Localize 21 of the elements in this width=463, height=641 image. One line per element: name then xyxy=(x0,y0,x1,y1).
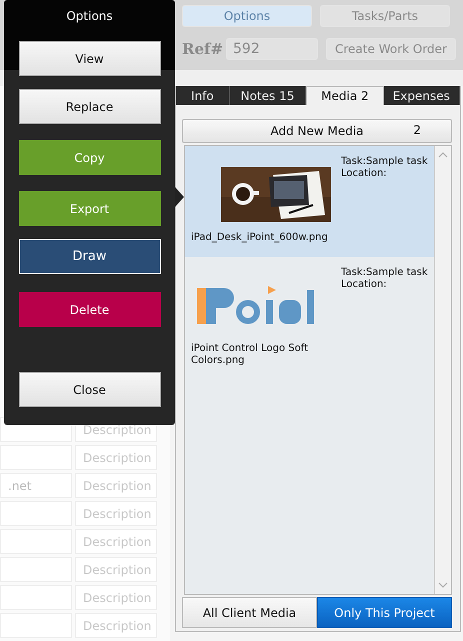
popup-button[interactable]: Replace xyxy=(18,89,160,124)
filter-button[interactable]: All Client Media xyxy=(182,597,317,628)
pointer-arrow xyxy=(175,187,184,207)
popup-button[interactable]: View xyxy=(18,41,160,76)
filter-button[interactable]: Only This Project xyxy=(317,597,452,628)
add-new-media-button[interactable]: Add New Media 2 xyxy=(182,119,452,143)
location-label: Location: xyxy=(341,168,388,180)
tab[interactable]: Media 2 xyxy=(306,86,384,105)
popup-button[interactable]: Delete xyxy=(18,292,160,327)
popup-button[interactable]: Close xyxy=(18,372,160,407)
task-text: Task:Sample task xyxy=(341,156,429,168)
scrollbar[interactable] xyxy=(434,146,451,594)
location-label: Location: xyxy=(341,279,388,291)
scroll-up-icon[interactable] xyxy=(438,152,448,158)
popup-button[interactable]: Draw xyxy=(18,239,160,274)
media-item[interactable]: iPad_Desk_iPoint_600w.png Task:Sample task Location: xyxy=(185,146,434,257)
file-name: iPad_Desk_iPoint_600w.png xyxy=(191,232,329,244)
task-text: Task:Sample task xyxy=(341,267,429,279)
popup-title: Options xyxy=(66,9,113,25)
scroll-down-icon[interactable] xyxy=(438,582,448,588)
file-name: iPoint Control Logo Soft Colors.png xyxy=(191,343,310,367)
